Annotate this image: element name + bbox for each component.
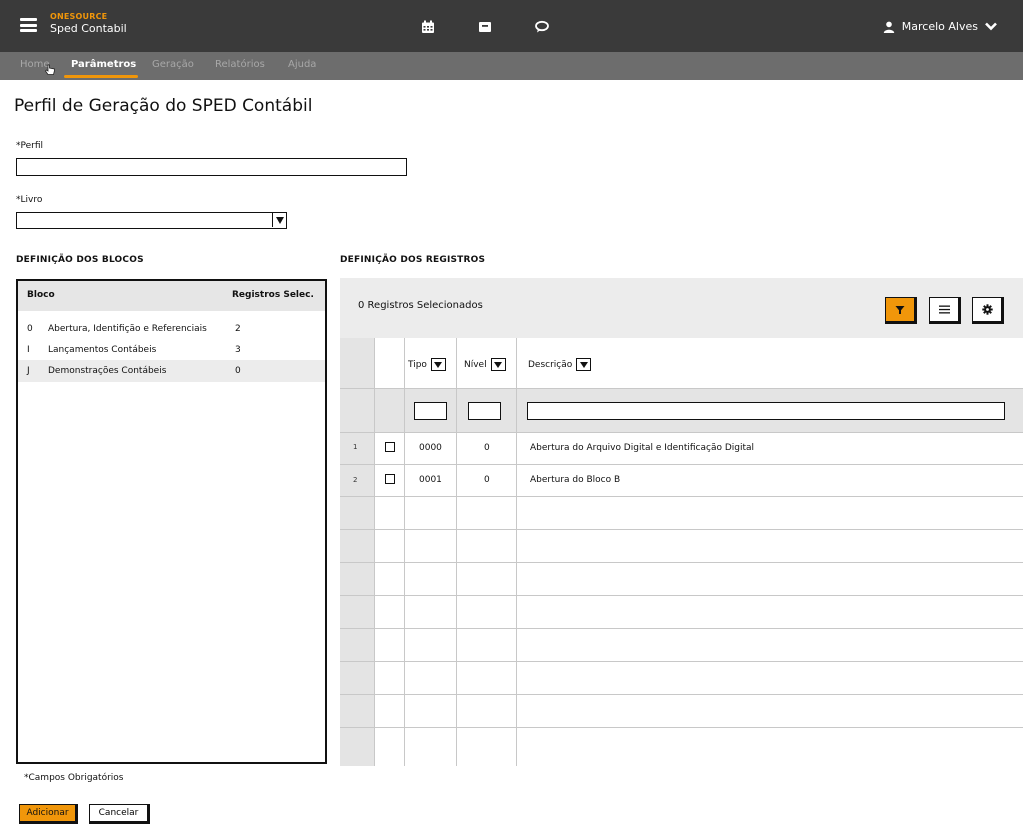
brand-subtitle: ONESOURCE bbox=[50, 12, 108, 21]
nav-item-parametros[interactable]: Parâmetros bbox=[71, 59, 136, 70]
bloco-count: 0 bbox=[235, 366, 241, 376]
registros-section-title: DEFINIÇÃO DOS REGISTROS bbox=[340, 255, 486, 265]
registros-panel: 0 Registros Selecionados Tipo Nível Desc… bbox=[340, 278, 1023, 766]
tipo-filter-input[interactable] bbox=[414, 402, 447, 420]
triangle-down-icon bbox=[494, 361, 503, 368]
app-name: Sped Contabil bbox=[50, 22, 127, 35]
nav-bar: Home Parâmetros Geração Relatórios Ajuda bbox=[0, 52, 1023, 80]
livro-select[interactable] bbox=[16, 212, 287, 229]
list-button[interactable] bbox=[929, 297, 961, 324]
row-nivel: 0 bbox=[484, 443, 490, 453]
nav-item-relatorios[interactable]: Relatórios bbox=[215, 59, 265, 70]
required-fields-note: *Campos Obrigatórios bbox=[24, 773, 124, 783]
row-descricao: Abertura do Bloco B bbox=[530, 475, 621, 485]
nav-item-geracao[interactable]: Geração bbox=[152, 59, 194, 70]
chat-icon[interactable] bbox=[535, 20, 549, 34]
col-tipo: Tipo bbox=[408, 358, 446, 371]
settings-button[interactable] bbox=[972, 297, 1004, 324]
col-nivel-label: Nível bbox=[464, 359, 487, 370]
row-tipo: 0001 bbox=[419, 475, 442, 485]
row-nivel: 0 bbox=[484, 475, 490, 485]
bloco-code: J bbox=[27, 366, 30, 376]
descricao-filter-input[interactable] bbox=[527, 402, 1005, 420]
row-index: 2 bbox=[353, 476, 358, 484]
gear-icon bbox=[981, 304, 993, 315]
col-registros-selec: Registros Selec. bbox=[232, 290, 314, 300]
bloco-row[interactable]: J Demonstrações Contábeis 0 bbox=[18, 360, 325, 382]
bloco-name: Abertura, Identifição e Referenciais bbox=[48, 324, 207, 334]
bloco-row[interactable]: 0 Abertura, Identifição e Referenciais 2 bbox=[18, 318, 325, 340]
col-bloco: Bloco bbox=[27, 290, 55, 300]
registros-toolbar: 0 Registros Selecionados bbox=[340, 278, 1023, 338]
nivel-sort-dropdown[interactable] bbox=[490, 358, 506, 371]
nav-item-ajuda[interactable]: Ajuda bbox=[288, 59, 316, 70]
bloco-code: 0 bbox=[27, 324, 33, 334]
calendar-icon[interactable] bbox=[421, 20, 435, 34]
bloco-count: 3 bbox=[235, 345, 241, 355]
row-tipo: 0000 bbox=[419, 443, 442, 453]
perfil-input[interactable] bbox=[16, 158, 407, 176]
bloco-count: 2 bbox=[235, 324, 241, 334]
pointer-cursor-icon bbox=[44, 64, 55, 75]
inbox-icon[interactable] bbox=[478, 20, 492, 34]
selected-count: 0 Registros Selecionados bbox=[358, 300, 483, 311]
col-tipo-label: Tipo bbox=[408, 359, 427, 370]
row-index: 1 bbox=[353, 443, 358, 451]
hamburger-icon[interactable] bbox=[20, 18, 37, 32]
user-name: Marcelo Alves bbox=[901, 20, 978, 33]
filter-button[interactable] bbox=[885, 297, 917, 324]
user-menu[interactable]: Marcelo Alves bbox=[883, 20, 997, 33]
blocos-panel: Bloco Registros Selec. 0 Abertura, Ident… bbox=[16, 279, 327, 764]
livro-dropdown-button[interactable] bbox=[272, 213, 286, 227]
bloco-name: Lançamentos Contábeis bbox=[48, 345, 157, 355]
blocos-table-header: Bloco Registros Selec. bbox=[18, 281, 325, 311]
chevron-down-icon bbox=[985, 22, 997, 31]
nivel-filter-input[interactable] bbox=[468, 402, 501, 420]
triangle-down-icon bbox=[275, 216, 284, 224]
add-button[interactable]: Adicionar bbox=[19, 804, 78, 824]
descricao-sort-dropdown[interactable] bbox=[576, 358, 592, 371]
cancel-button[interactable]: Cancelar bbox=[89, 804, 150, 824]
tipo-sort-dropdown[interactable] bbox=[430, 358, 446, 371]
col-nivel: Nível bbox=[464, 358, 506, 371]
row-descricao: Abertura do Arquivo Digital e Identifica… bbox=[530, 443, 755, 453]
livro-label: *Livro bbox=[16, 195, 43, 205]
col-descricao: Descrição bbox=[528, 358, 592, 371]
perfil-label: *Perfil bbox=[16, 141, 44, 151]
triangle-down-icon bbox=[434, 361, 443, 368]
filter-icon bbox=[895, 305, 905, 314]
top-bar: ONESOURCE Sped Contabil Marcelo Alves bbox=[0, 0, 1023, 52]
row-checkbox[interactable] bbox=[385, 442, 395, 452]
blocos-section-title: DEFINIÇÃO DOS BLOCOS bbox=[16, 255, 144, 265]
bloco-code: I bbox=[27, 345, 30, 355]
bloco-name: Demonstrações Contábeis bbox=[48, 366, 167, 376]
triangle-down-icon bbox=[579, 361, 588, 368]
list-icon bbox=[938, 305, 950, 314]
brand: ONESOURCE Sped Contabil bbox=[50, 12, 127, 35]
col-descricao-label: Descrição bbox=[528, 359, 573, 370]
page-title: Perfil de Geração do SPED Contábil bbox=[14, 96, 313, 116]
active-tab-indicator bbox=[64, 75, 138, 78]
user-icon bbox=[883, 21, 894, 33]
row-checkbox[interactable] bbox=[385, 474, 395, 484]
bloco-row[interactable]: I Lançamentos Contábeis 3 bbox=[18, 339, 325, 361]
